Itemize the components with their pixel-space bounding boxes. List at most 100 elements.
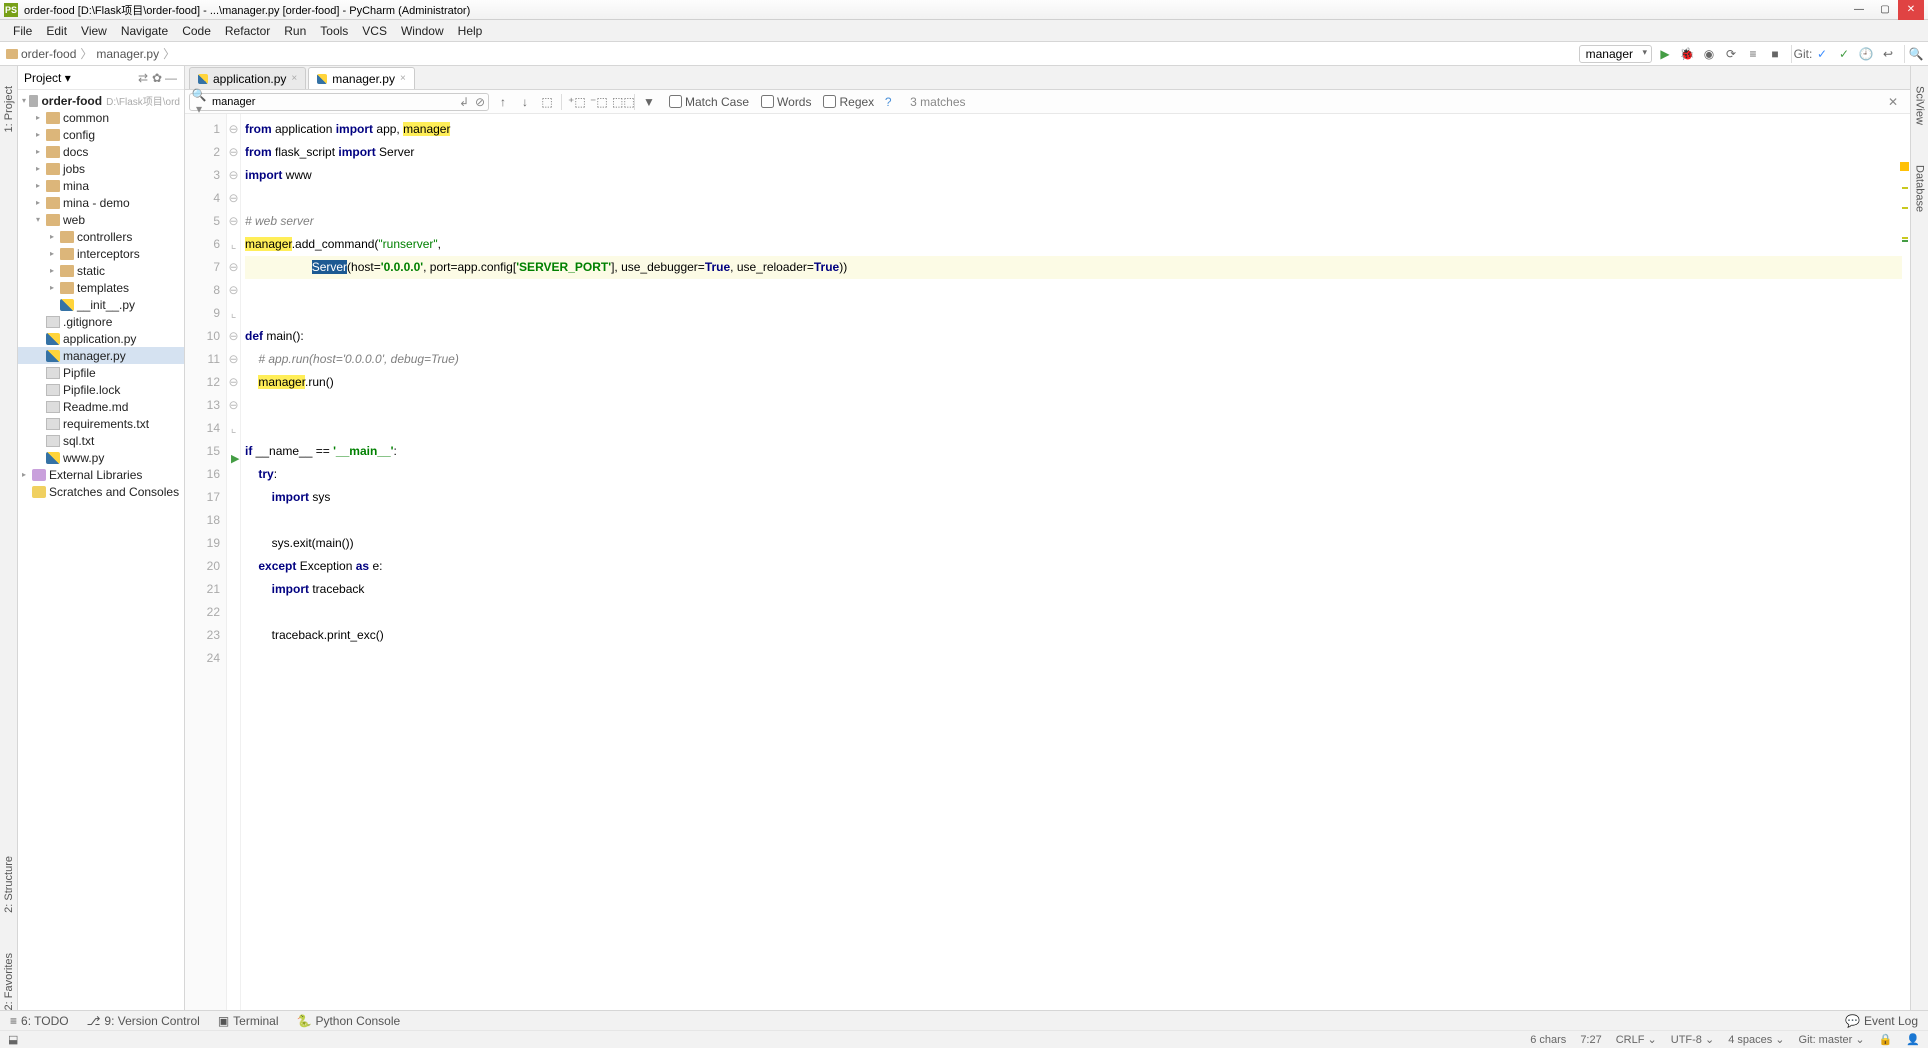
help-icon[interactable]: ? <box>880 95 896 109</box>
prev-match-icon[interactable]: ↑ <box>495 95 511 109</box>
tree-file[interactable]: __init__.py <box>18 296 184 313</box>
debug-button[interactable]: 🐞 <box>1678 45 1696 63</box>
tree-folder[interactable]: ▸mina - demo <box>18 194 184 211</box>
next-match-icon[interactable]: ↓ <box>517 95 533 109</box>
tree-folder[interactable]: ▾web <box>18 211 184 228</box>
tree-folder[interactable]: ▸static <box>18 262 184 279</box>
marker[interactable] <box>1902 187 1908 189</box>
close-tab-icon[interactable]: × <box>291 73 297 84</box>
marker[interactable] <box>1902 240 1908 242</box>
menu-window[interactable]: Window <box>394 22 451 40</box>
hide-panel-icon[interactable]: — <box>164 71 178 85</box>
clear-icon[interactable]: ⊘ <box>472 95 488 109</box>
sciview-tool-tab[interactable]: SciView <box>1914 86 1926 125</box>
status-encoding[interactable]: UTF-8 ⌄ <box>1671 1033 1714 1046</box>
editor-tab[interactable]: application.py× <box>189 67 306 89</box>
menu-vcs[interactable]: VCS <box>355 22 394 40</box>
structure-tool-tab[interactable]: 2: Structure <box>3 856 15 913</box>
find-input[interactable] <box>208 96 456 108</box>
vcs-commit-icon[interactable]: ✓ <box>1835 45 1853 63</box>
profile-button[interactable]: ⟳ <box>1722 45 1740 63</box>
add-selection-icon[interactable]: ⁺⬚ <box>568 95 584 109</box>
minimize-button[interactable]: — <box>1846 0 1872 20</box>
select-all-icon[interactable]: ⬚ <box>539 95 555 109</box>
menu-refactor[interactable]: Refactor <box>218 22 277 40</box>
search-everywhere-icon[interactable]: 🔍 <box>1904 45 1922 63</box>
tree-scratches[interactable]: Scratches and Consoles <box>18 483 184 500</box>
tree-folder[interactable]: ▸controllers <box>18 228 184 245</box>
close-tab-icon[interactable]: × <box>400 73 406 84</box>
tool-windows-toggle-icon[interactable]: ⬓ <box>8 1033 18 1046</box>
menu-file[interactable]: File <box>6 22 39 40</box>
status-caret-position[interactable]: 7:27 <box>1580 1034 1601 1046</box>
match-case-checkbox[interactable]: Match Case <box>669 95 749 109</box>
tree-file[interactable]: Readme.md <box>18 398 184 415</box>
tree-folder[interactable]: ▸mina <box>18 177 184 194</box>
maximize-button[interactable]: ▢ <box>1872 0 1898 20</box>
analysis-status-icon[interactable] <box>1900 162 1909 171</box>
run-button[interactable]: ▶ <box>1656 45 1674 63</box>
tree-folder[interactable]: ▸interceptors <box>18 245 184 262</box>
menu-tools[interactable]: Tools <box>313 22 355 40</box>
regex-checkbox[interactable]: Regex <box>823 95 874 109</box>
tree-file[interactable]: application.py <box>18 330 184 347</box>
project-tool-tab[interactable]: 1: Project <box>3 86 15 132</box>
tree-folder[interactable]: ▸common <box>18 109 184 126</box>
project-tree[interactable]: ▾order-foodD:\Flask项目\ord ▸common▸config… <box>18 90 184 1010</box>
tree-file[interactable]: requirements.txt <box>18 415 184 432</box>
tree-folder[interactable]: ▸docs <box>18 143 184 160</box>
run-gutter-icon[interactable]: ▶ <box>231 452 239 465</box>
run-config-selector[interactable]: manager <box>1579 45 1652 63</box>
tree-file[interactable]: .gitignore <box>18 313 184 330</box>
status-git-branch[interactable]: Git: master ⌄ <box>1799 1033 1865 1046</box>
vcs-tool-tab[interactable]: ⎇ 9: Version Control <box>87 1014 200 1028</box>
close-window-button[interactable]: ✕ <box>1898 0 1924 20</box>
vcs-history-icon[interactable]: 🕘 <box>1857 45 1875 63</box>
menu-view[interactable]: View <box>74 22 114 40</box>
marker[interactable] <box>1902 237 1908 239</box>
newline-icon[interactable]: ↲ <box>456 95 472 109</box>
menu-navigate[interactable]: Navigate <box>114 22 175 40</box>
concurrency-button[interactable]: ≡ <box>1744 45 1762 63</box>
error-stripe[interactable] <box>1898 162 1910 1010</box>
vcs-revert-icon[interactable]: ↩ <box>1879 45 1897 63</box>
read-only-lock-icon[interactable]: 🔒 <box>1879 1033 1893 1046</box>
autoscroll-icon[interactable]: ⇄ <box>136 71 150 85</box>
breadcrumb-file[interactable]: manager.py <box>96 47 159 61</box>
tree-file[interactable]: Pipfile <box>18 364 184 381</box>
code-content[interactable]: from application import app, managerfrom… <box>241 114 1910 1010</box>
event-log-tool-tab[interactable]: 💬 Event Log <box>1845 1014 1918 1028</box>
status-line-ending[interactable]: CRLF ⌄ <box>1616 1033 1657 1046</box>
menu-run[interactable]: Run <box>277 22 313 40</box>
status-indent[interactable]: 4 spaces ⌄ <box>1728 1033 1784 1046</box>
editor-tab[interactable]: manager.py× <box>308 67 415 89</box>
tree-file[interactable]: sql.txt <box>18 432 184 449</box>
run-coverage-button[interactable]: ◉ <box>1700 45 1718 63</box>
stop-button[interactable]: ■ <box>1766 45 1784 63</box>
python-console-tool-tab[interactable]: 🐍 Python Console <box>297 1014 401 1028</box>
breadcrumb-root[interactable]: order-food <box>6 47 76 61</box>
tree-external-libraries[interactable]: ▸External Libraries <box>18 466 184 483</box>
select-all-occurrences-icon[interactable]: ⬚⬚ <box>612 95 628 109</box>
find-input-container[interactable]: 🔍▾ ↲ ⊘ <box>189 93 489 111</box>
tree-folder[interactable]: ▸templates <box>18 279 184 296</box>
menu-code[interactable]: Code <box>175 22 218 40</box>
vcs-update-icon[interactable]: ✓ <box>1813 45 1831 63</box>
filter-icon[interactable]: ▼ <box>641 95 657 109</box>
todo-tool-tab[interactable]: ≡ 6: TODO <box>10 1014 69 1028</box>
close-find-icon[interactable]: ✕ <box>1882 95 1904 109</box>
tree-file[interactable]: www.py <box>18 449 184 466</box>
database-tool-tab[interactable]: Database <box>1914 165 1926 212</box>
tree-folder[interactable]: ▸config <box>18 126 184 143</box>
tree-file[interactable]: Pipfile.lock <box>18 381 184 398</box>
menu-help[interactable]: Help <box>451 22 490 40</box>
tree-file[interactable]: manager.py <box>18 347 184 364</box>
inspection-profile-icon[interactable]: 👤 <box>1906 1033 1920 1046</box>
code-editor[interactable]: 123456789101112131415161718192021222324 … <box>185 114 1910 1010</box>
favorites-tool-tab[interactable]: 2: Favorites <box>3 953 15 1010</box>
gear-icon[interactable]: ✿ <box>150 71 164 85</box>
menu-edit[interactable]: Edit <box>39 22 74 40</box>
tree-folder[interactable]: ▸jobs <box>18 160 184 177</box>
fold-gutter[interactable]: ⊖⊖⊖ ⊖⊖⌞ ⊖ ⊖⌞ ⊖⊖ ⊖⊖ ⌞ <box>227 114 241 1010</box>
marker[interactable] <box>1902 207 1908 209</box>
